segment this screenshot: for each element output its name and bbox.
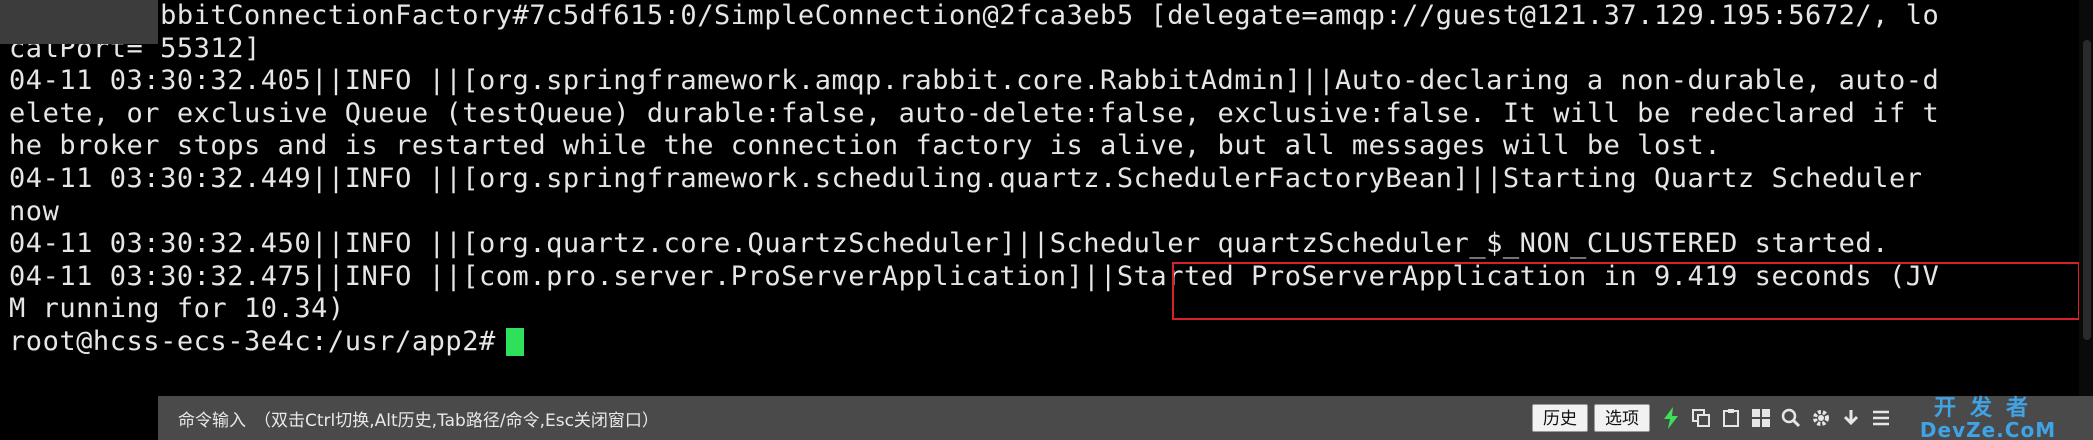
history-button[interactable]: 历史 <box>1532 404 1588 432</box>
terminal-line: now <box>9 195 60 227</box>
search-icon[interactable] <box>1779 406 1803 430</box>
more-icon[interactable] <box>1869 406 1893 430</box>
terminal-cursor <box>505 328 524 357</box>
copy-icon[interactable] <box>1689 406 1713 430</box>
terminal-line: 04-11 03:30:32.449||INFO ||[org.springfr… <box>9 162 1923 194</box>
terminal-scrollbar[interactable] <box>2079 0 2093 396</box>
terminal-output: ction: rabbitConnectionFactory#7c5df615:… <box>9 0 2079 359</box>
terminal-window[interactable]: ction: rabbitConnectionFactory#7c5df615:… <box>0 0 2093 396</box>
command-input-label: 命令输入 <box>178 410 246 431</box>
command-input-hint: （双击Ctrl切换,Alt历史,Tab路径/命令,Esc关闭窗口） <box>254 410 659 431</box>
terminal-line: M running for 10.34) <box>9 293 345 325</box>
watermark-logo: 开发者 DevZe.CoM <box>1893 398 2083 440</box>
terminal-line: 04-11 03:30:32.475||INFO ||[com.pro.serv… <box>9 260 1940 292</box>
download-icon[interactable] <box>1839 406 1863 430</box>
watermark-top: 开发者 <box>1933 396 2042 421</box>
terminal-line: 04-11 03:30:32.450||INFO ||[org.quartz.c… <box>9 228 1889 260</box>
lightning-icon[interactable] <box>1659 406 1683 430</box>
terminal-line: elete, or exclusive Queue (testQueue) du… <box>9 97 1940 129</box>
terminal-line: ction: rabbitConnectionFactory#7c5df615:… <box>9 0 1940 31</box>
terminal-line: he broker stops and is restarted while t… <box>9 130 1722 162</box>
gear-icon[interactable] <box>1809 406 1833 430</box>
paste-icon[interactable] <box>1719 406 1743 430</box>
terminal-prompt-line[interactable]: root@hcss-ecs-3e4c:/usr/app2# <box>9 326 2079 359</box>
options-button[interactable]: 选项 <box>1594 404 1650 432</box>
cmdbar-left-panel <box>0 0 158 44</box>
scrollbar-thumb[interactable] <box>2083 40 2091 340</box>
terminal-line: 04-11 03:30:32.405||INFO ||[org.springfr… <box>9 65 1940 97</box>
shell-prompt: root@hcss-ecs-3e4c:/usr/app2# <box>9 325 496 357</box>
terminal-line: calPort= 55312] <box>9 32 261 64</box>
command-input-bar[interactable]: 命令输入 （双击Ctrl切换,Alt历史,Tab路径/命令,Esc关闭窗口） 历… <box>158 396 2093 440</box>
grid-icon[interactable] <box>1749 406 1773 430</box>
watermark-bottom: DevZe.CoM <box>1919 418 2057 440</box>
